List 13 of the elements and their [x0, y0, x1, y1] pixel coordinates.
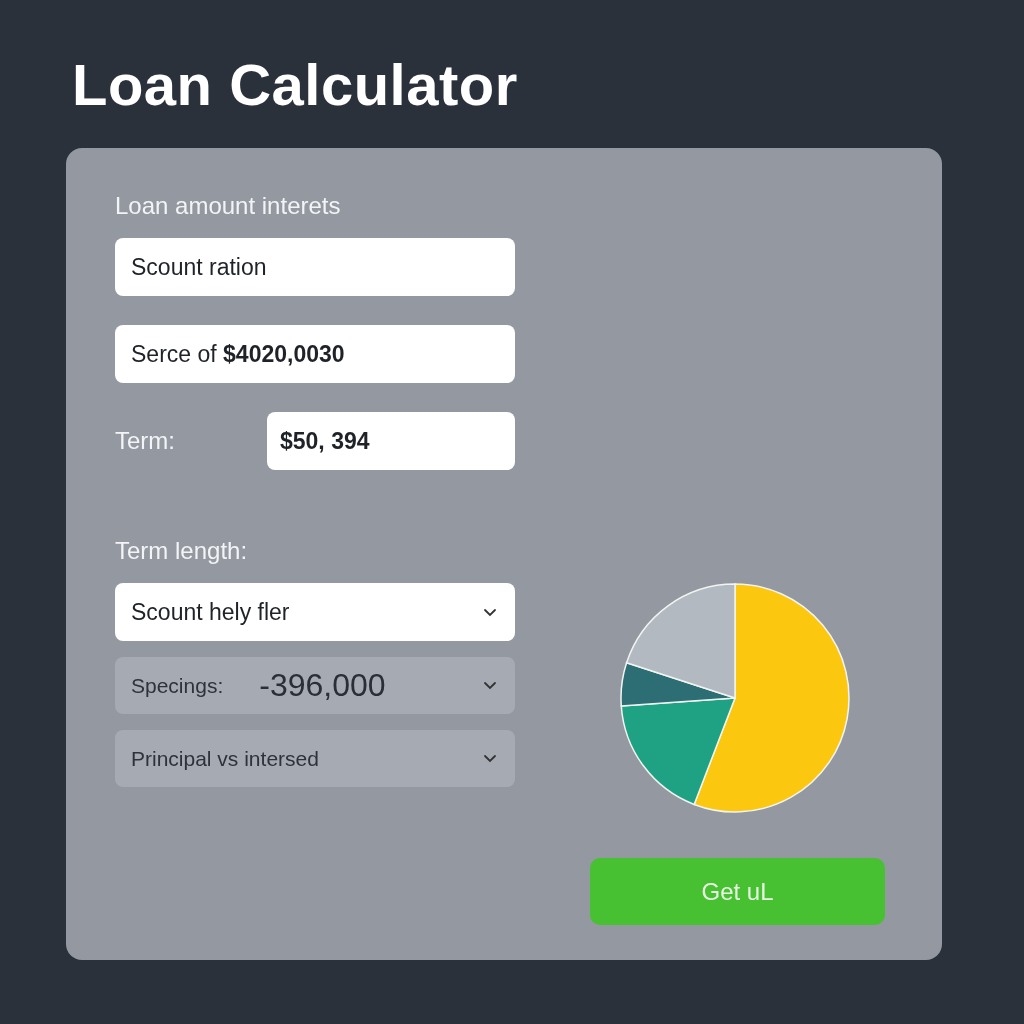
- input-field[interactable]: $50, 394: [267, 412, 515, 470]
- dropdown-label: Specings:: [131, 673, 224, 698]
- input-field[interactable]: Scount ration: [115, 238, 515, 296]
- dropdown-value: -396,000: [259, 667, 386, 704]
- page-title: Loan Calculator: [72, 51, 519, 119]
- dropdown[interactable]: Scount hely fler: [115, 583, 515, 641]
- chevron-down-icon: [483, 681, 497, 690]
- field-label: Loan amount interets: [115, 192, 342, 220]
- field-label: Term:: [115, 427, 175, 455]
- field-label: Term length:: [115, 537, 249, 565]
- chevron-down-icon: [483, 754, 497, 763]
- input-field[interactable]: Serce of $4020,0030: [115, 325, 515, 383]
- chevron-down-icon: [483, 607, 497, 617]
